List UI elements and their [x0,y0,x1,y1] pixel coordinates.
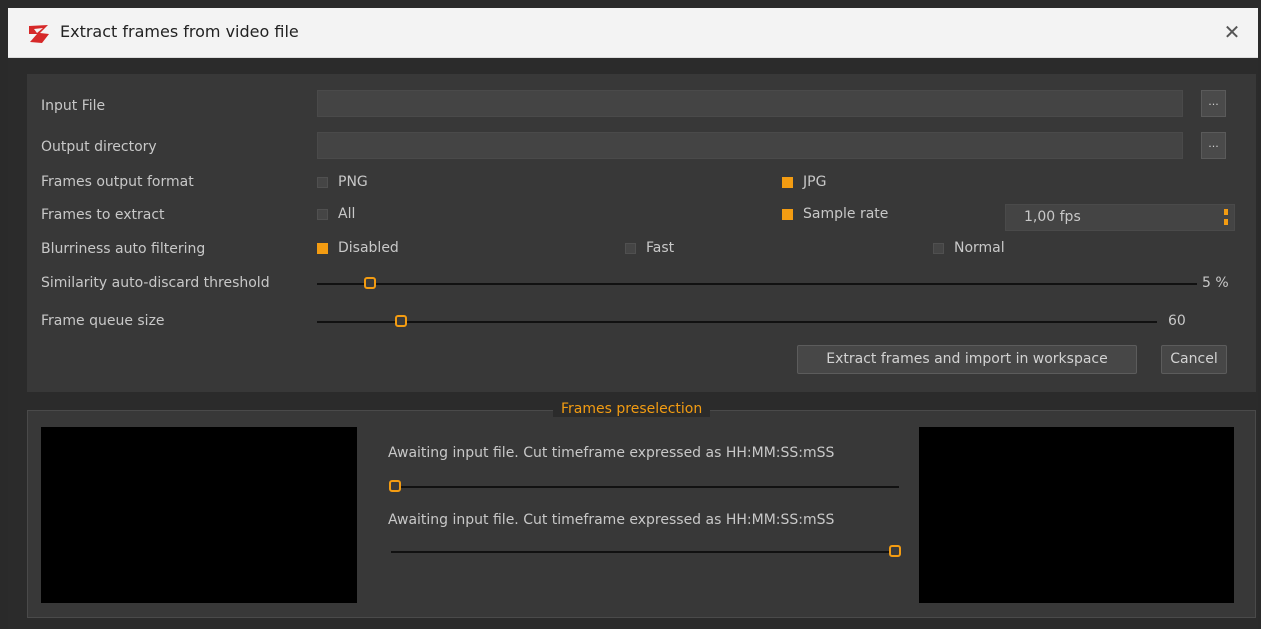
output-dir-field[interactable] [317,132,1183,159]
blur-disabled-label: Disabled [338,240,399,256]
queue-value: 60 [1168,313,1186,329]
format-label: Frames output format [41,174,194,190]
start-frame-preview [41,427,357,603]
close-icon[interactable]: ✕ [1218,18,1246,46]
extract-import-button[interactable]: Extract frames and import in workspace [797,345,1137,374]
blur-fast-label: Fast [646,240,675,256]
blur-disabled-checkbox[interactable] [317,242,328,254]
end-frame-preview [919,427,1234,603]
frames-preselection-group: Frames preselection Awaiting input file.… [27,401,1256,618]
sample-rate-spinbox[interactable]: 1,00 fps [1005,204,1235,231]
format-jpg-label: JPG [803,174,827,190]
similarity-value: 5 % [1202,275,1229,291]
format-png-label: PNG [338,174,368,190]
extract-sample-checkbox[interactable] [782,208,793,220]
extract-all-label: All [338,206,356,222]
extract-sample-option[interactable]: Sample rate [782,206,888,222]
similarity-label: Similarity auto-discard threshold [41,275,270,291]
title-bar: Extract frames from video file ✕ [8,8,1258,58]
start-cut-slider-handle[interactable] [389,480,401,492]
output-dir-label: Output directory [41,139,157,155]
blur-normal-label: Normal [954,240,1005,256]
blur-normal-option[interactable]: Normal [933,240,1005,256]
format-jpg-option[interactable]: JPG [782,174,826,190]
extract-sample-label: Sample rate [803,206,889,222]
blur-fast-checkbox[interactable] [625,242,636,254]
input-file-field[interactable] [317,90,1183,117]
format-png-option[interactable]: PNG [317,174,368,190]
sample-rate-value: 1,00 fps [1024,209,1081,225]
cancel-button[interactable]: Cancel [1161,345,1227,374]
end-cut-slider-track[interactable] [391,551,899,553]
extract-label: Frames to extract [41,207,165,223]
queue-slider-track[interactable] [317,321,1157,323]
queue-slider-handle[interactable] [395,315,407,327]
similarity-slider-handle[interactable] [363,277,376,289]
preselection-title: Frames preselection [553,401,711,417]
queue-label: Frame queue size [41,313,165,329]
blur-normal-checkbox[interactable] [933,242,944,254]
start-cut-slider-track[interactable] [391,486,899,488]
start-cut-status: Awaiting input file. Cut timeframe expre… [388,445,835,461]
similarity-slider-track[interactable] [317,283,1197,285]
extract-all-checkbox[interactable] [317,208,328,220]
settings-panel: Input File ... Output directory ... Fram… [27,74,1256,392]
end-cut-slider-handle[interactable] [889,545,901,557]
input-file-browse-button[interactable]: ... [1201,90,1226,117]
input-file-label: Input File [41,98,106,114]
extract-all-option[interactable]: All [317,206,355,222]
blur-fast-option[interactable]: Fast [625,240,674,256]
dialog-body: Input File ... Output directory ... Fram… [8,58,1258,629]
blur-label: Blurriness auto filtering [41,241,206,257]
format-png-checkbox[interactable] [317,176,328,188]
end-cut-status: Awaiting input file. Cut timeframe expre… [388,512,835,528]
format-jpg-checkbox[interactable] [782,176,793,188]
window-title: Extract frames from video file [60,22,299,41]
blur-disabled-option[interactable]: Disabled [317,240,399,256]
app-logo-icon [29,25,49,43]
spinner-arrows-icon[interactable] [1224,209,1228,225]
output-dir-browse-button[interactable]: ... [1201,132,1226,159]
